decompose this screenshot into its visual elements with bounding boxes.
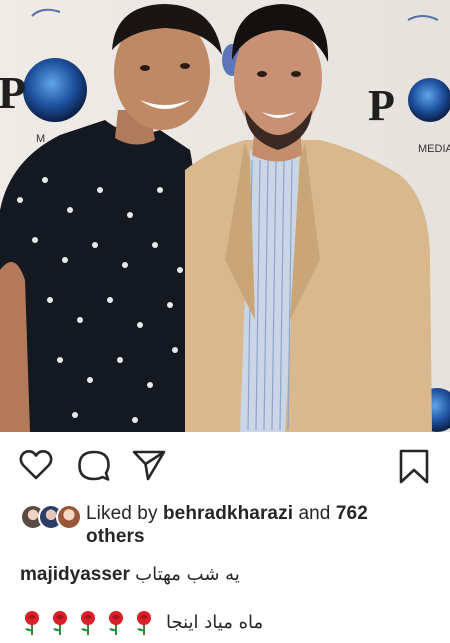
like-button[interactable] xyxy=(19,449,53,481)
paper-plane-icon xyxy=(132,450,166,481)
caption-second-line: ماه میاد اینجا xyxy=(20,610,440,636)
likes-count[interactable]: 762 xyxy=(336,503,368,524)
likes-summary[interactable]: Liked by behradkharazi and 762 others xyxy=(20,502,440,548)
rose-emoji-icon xyxy=(137,611,151,635)
svg-text:M: M xyxy=(36,133,45,145)
rose-emoji-row xyxy=(20,610,156,636)
backdrop-globe-left xyxy=(23,58,87,122)
likes-prefix: Liked by xyxy=(86,503,163,524)
comment-button[interactable] xyxy=(77,449,111,483)
likes-middle: and xyxy=(293,503,336,524)
svg-text:P: P xyxy=(0,67,26,118)
post-photo[interactable]: P P MEDIA M xyxy=(0,0,450,432)
likes-text: Liked by behradkharazi and 762 others xyxy=(86,502,368,548)
post-photo-illustration: P P MEDIA M xyxy=(0,0,450,432)
caption-line2-text: ماه میاد اینجا xyxy=(166,612,264,633)
caption: majidyasser یه شب مهتاب xyxy=(20,563,440,587)
liker-username-link[interactable]: behradkharazi xyxy=(163,503,293,524)
save-button[interactable] xyxy=(398,449,430,485)
bookmark-outline-icon xyxy=(399,449,429,484)
rose-emoji-icon xyxy=(109,611,123,635)
svg-text:MEDIA: MEDIA xyxy=(418,143,450,155)
rose-emoji-icon xyxy=(81,611,95,635)
rose-emoji-icon xyxy=(53,611,67,635)
heart-outline-icon xyxy=(19,449,53,480)
share-button[interactable] xyxy=(132,449,166,481)
caption-text: یه شب مهتاب xyxy=(135,564,240,585)
avatar xyxy=(56,504,82,530)
rose-emoji-icon xyxy=(25,611,39,635)
backdrop-globe-right xyxy=(408,78,450,122)
comment-bubble-icon xyxy=(78,450,110,481)
likes-others-link[interactable]: others xyxy=(86,526,145,547)
svg-text:P: P xyxy=(368,81,395,130)
liker-avatars[interactable] xyxy=(20,504,86,534)
caption-username-link[interactable]: majidyasser xyxy=(20,564,130,585)
